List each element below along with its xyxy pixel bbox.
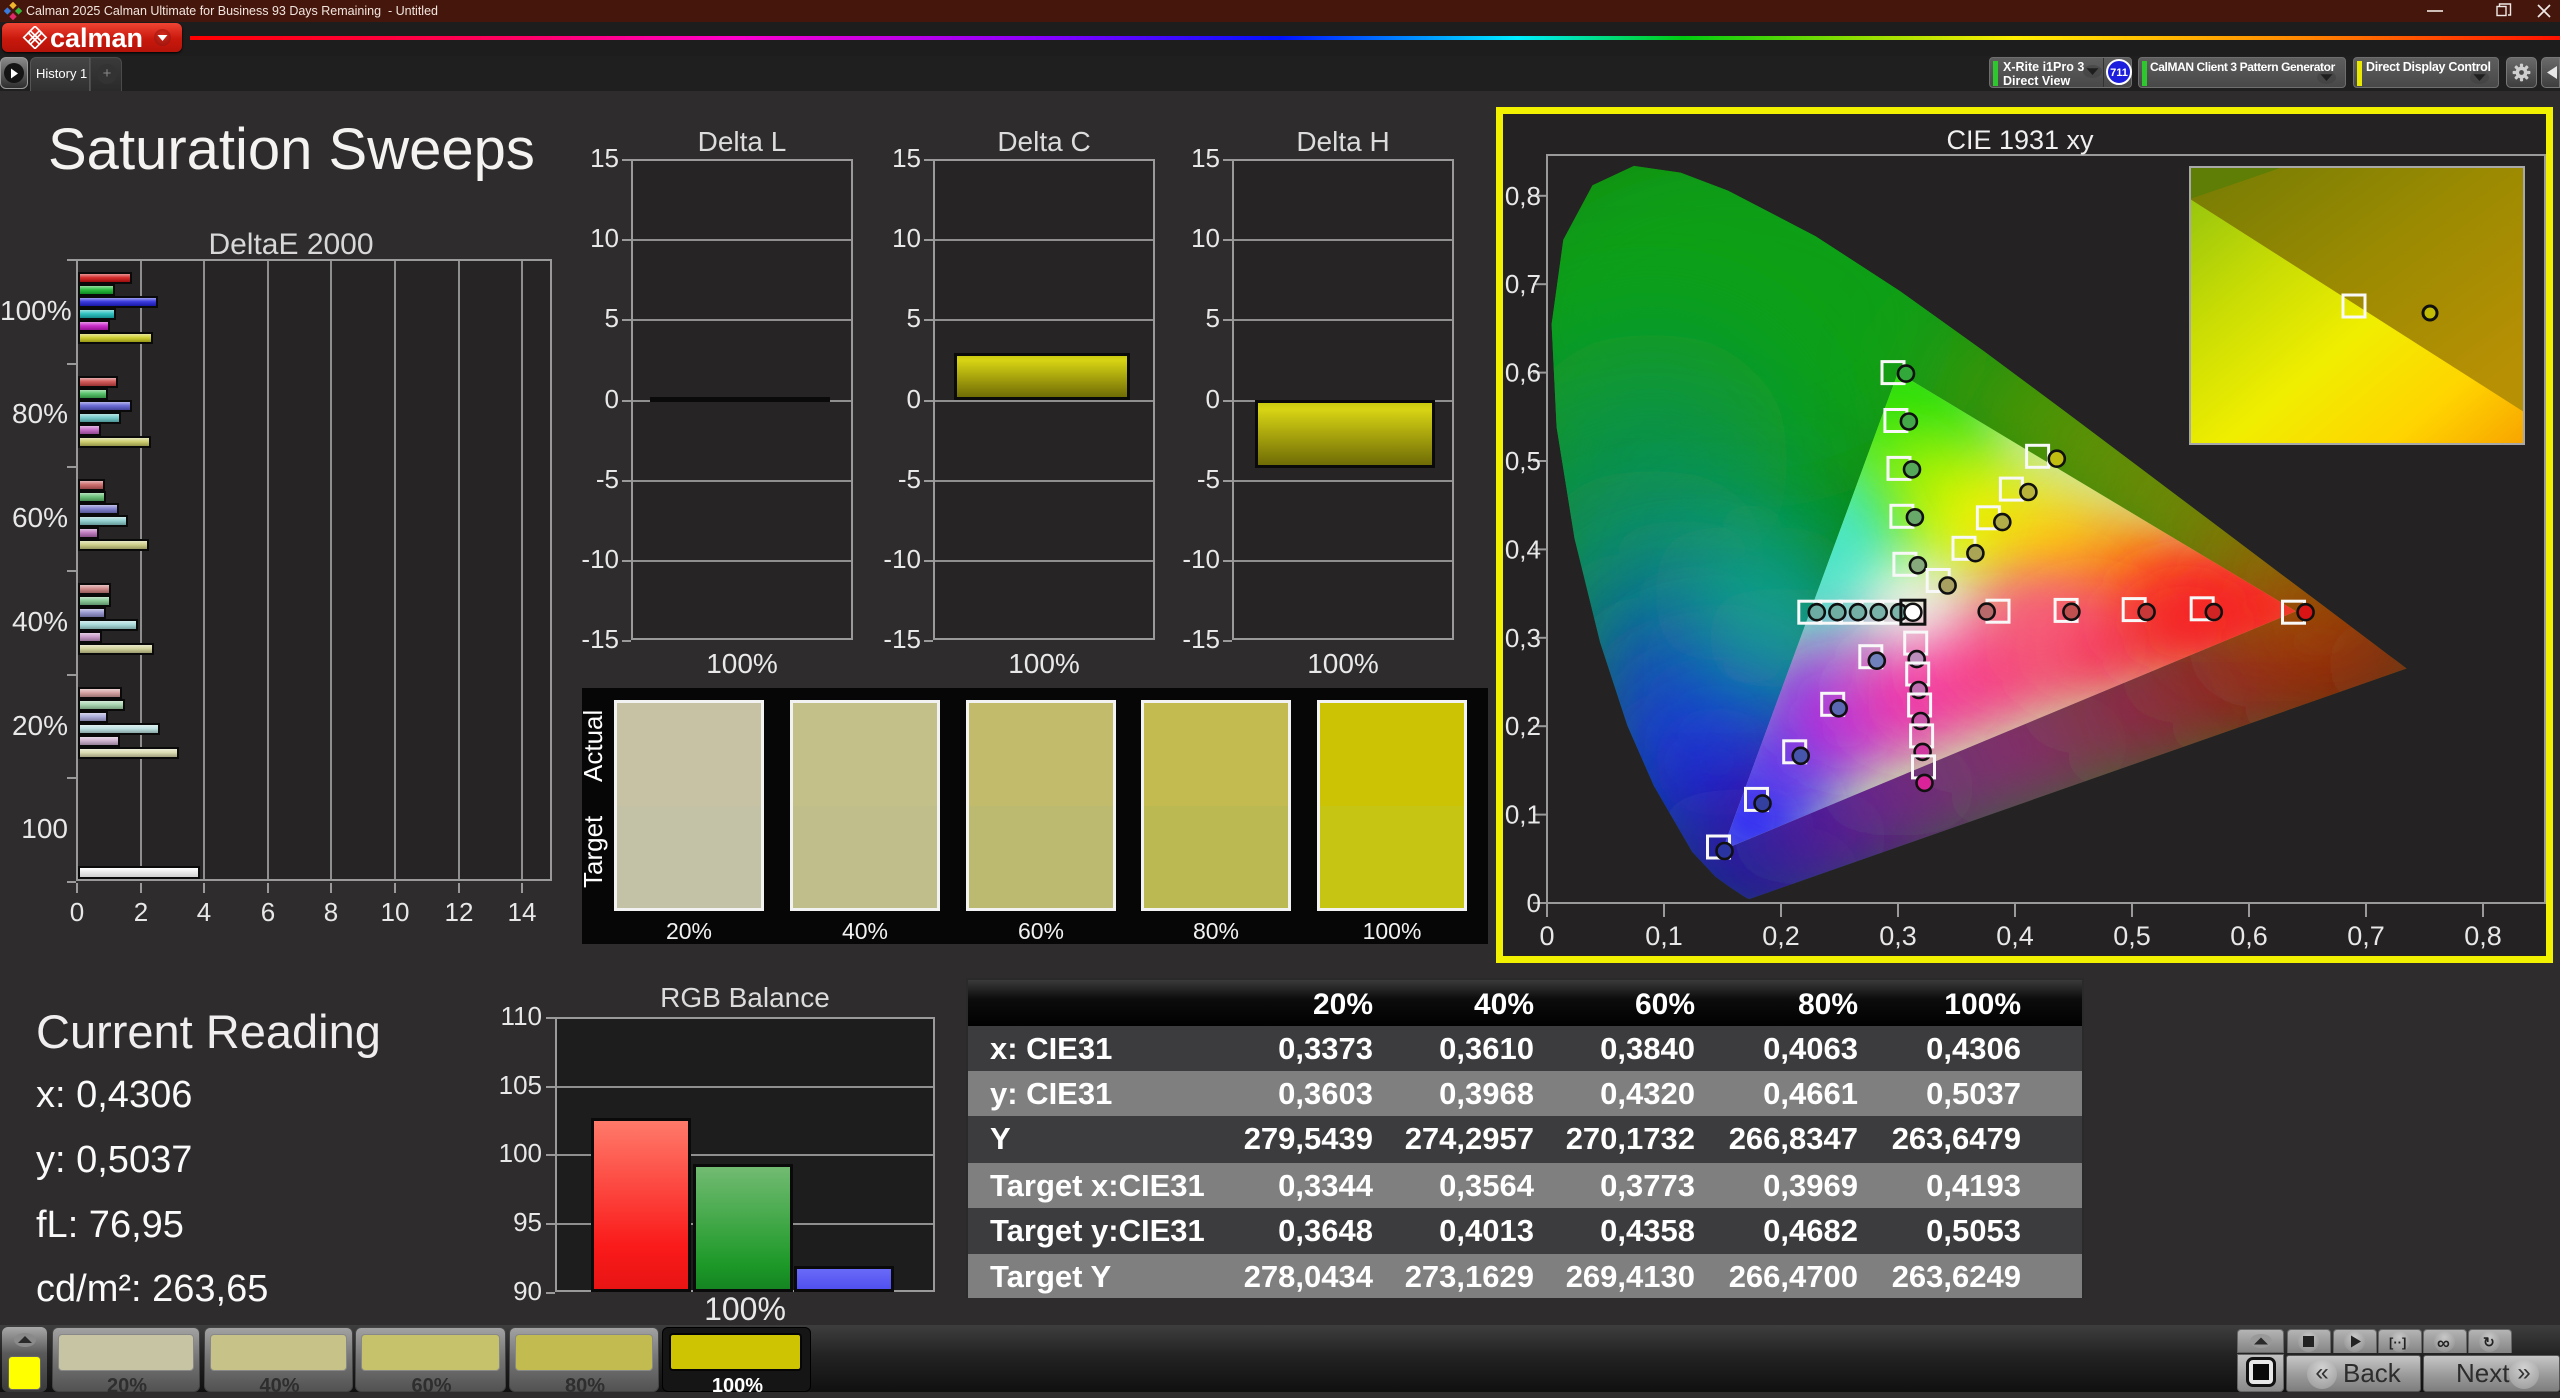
svg-text:0,5: 0,5 (2113, 921, 2151, 951)
svg-text:0,3: 0,3 (1505, 623, 1541, 653)
svg-text:0: 0 (1539, 921, 1554, 951)
svg-text:0,7: 0,7 (1505, 269, 1541, 299)
svg-text:0,1: 0,1 (1505, 800, 1541, 830)
svg-text:CIE 1931 xy: CIE 1931 xy (1946, 125, 2094, 155)
svg-text:0: 0 (1527, 888, 1541, 918)
svg-text:0,6: 0,6 (1505, 358, 1541, 388)
svg-text:0,6: 0,6 (2230, 921, 2268, 951)
svg-text:0,2: 0,2 (1505, 711, 1541, 741)
svg-text:0,8: 0,8 (1505, 181, 1541, 211)
svg-text:0,1: 0,1 (1645, 921, 1683, 951)
svg-text:0,4: 0,4 (1505, 534, 1541, 564)
svg-text:0,8: 0,8 (2464, 921, 2502, 951)
svg-text:0,7: 0,7 (2347, 921, 2385, 951)
svg-text:0,3: 0,3 (1879, 921, 1917, 951)
svg-text:0,5: 0,5 (1505, 446, 1541, 476)
svg-text:0,4: 0,4 (1996, 921, 2034, 951)
svg-text:0,2: 0,2 (1762, 921, 1800, 951)
